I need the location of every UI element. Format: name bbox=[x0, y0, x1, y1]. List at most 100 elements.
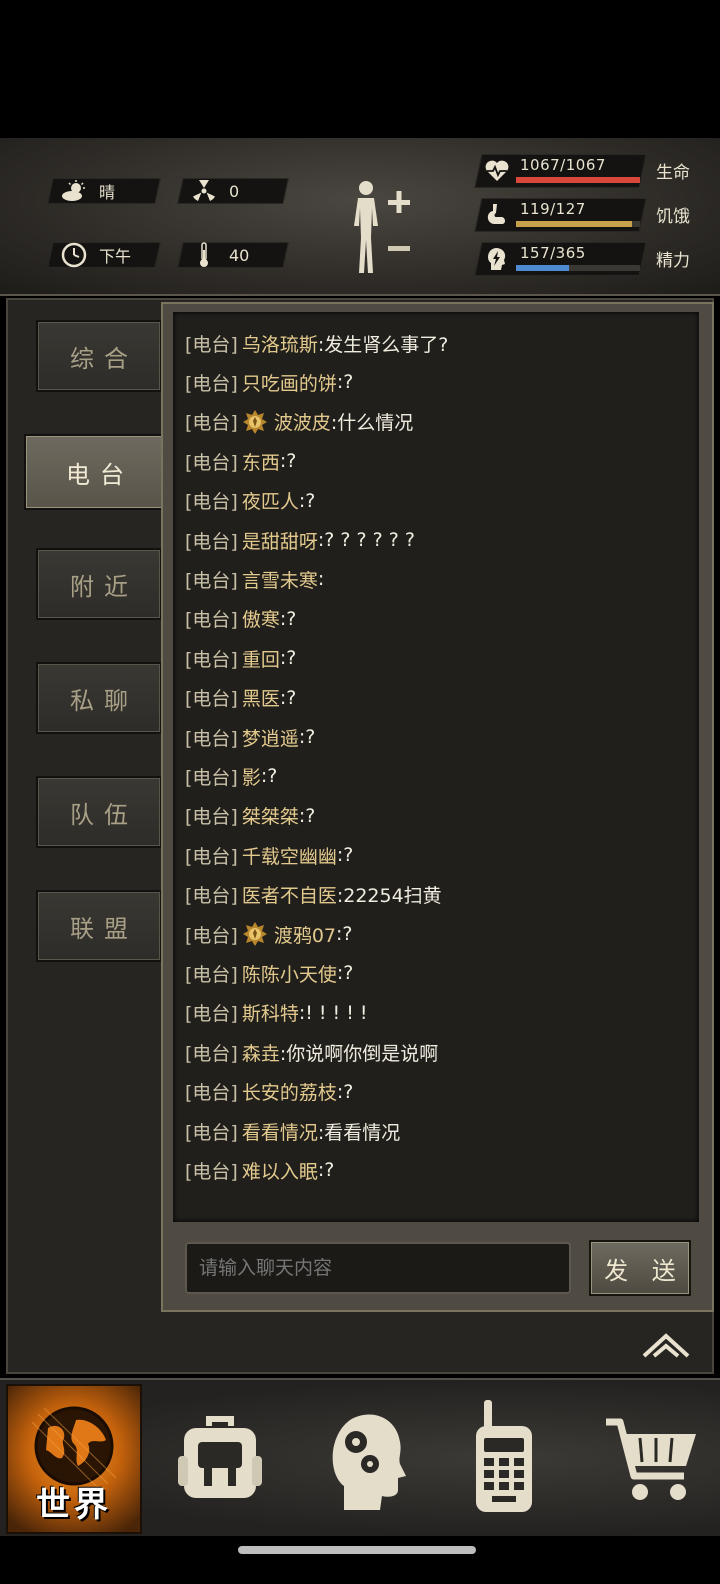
nav-radio[interactable] bbox=[456, 1384, 592, 1534]
message-text: : bbox=[317, 568, 325, 591]
time-indicator: 下午 bbox=[47, 242, 161, 268]
head-lightning-icon bbox=[484, 246, 510, 272]
weather-text: 晴 bbox=[99, 183, 116, 202]
message-text: :? bbox=[260, 765, 278, 788]
message-text: :! ! ! ! ! bbox=[298, 1001, 368, 1024]
message-text: :? bbox=[279, 607, 297, 630]
message-text: :? bbox=[298, 804, 316, 827]
temperature-value: 40 bbox=[229, 245, 250, 265]
chat-message: [电台] 医者不自医:22254扫黄 bbox=[185, 880, 442, 910]
double-chevron-up-icon bbox=[642, 1333, 690, 1358]
message-sender[interactable]: 桀桀桀 bbox=[242, 802, 299, 829]
chat-message: [电台] 影:? bbox=[185, 761, 277, 791]
chat-message: [电台] 乌洛琉斯:发生肾么事了? bbox=[185, 328, 448, 358]
message-sender[interactable]: 梦逍遥 bbox=[242, 724, 299, 751]
heart-pulse-icon bbox=[484, 158, 510, 184]
send-button[interactable]: 发 送 bbox=[589, 1240, 691, 1296]
nav-shop[interactable] bbox=[596, 1384, 720, 1534]
clock-icon bbox=[61, 242, 87, 268]
message-channel-tag: [电台] bbox=[185, 451, 238, 474]
chat-message: [电台] 重回:? bbox=[185, 643, 296, 673]
message-sender[interactable]: 千载空幽幽 bbox=[242, 842, 337, 869]
backpack-icon bbox=[178, 1416, 262, 1498]
chat-message: [电台] 黑医:? bbox=[185, 683, 296, 713]
chat-panel: [电台] 乌洛琉斯:发生肾么事了? [电台] 只吃画的饼:? [电台] 波波皮:什么情况[… bbox=[161, 302, 714, 1312]
message-channel-tag: [电台] bbox=[185, 372, 238, 395]
message-channel-tag: [电台] bbox=[185, 491, 238, 514]
chat-message: [电台] 难以入眠:? bbox=[185, 1155, 334, 1185]
energy-bar: 157/365 精力 bbox=[474, 242, 700, 276]
home-indicator[interactable] bbox=[238, 1546, 476, 1554]
message-sender[interactable]: 傲寒 bbox=[242, 605, 280, 632]
tab-team[interactable]: 队伍 bbox=[36, 776, 162, 848]
bottom-navigation: 世界 bbox=[0, 1378, 720, 1536]
chat-message: [电台] 看看情况:看看情况 bbox=[185, 1116, 400, 1146]
message-channel-tag: [电台] bbox=[185, 1042, 238, 1065]
message-text: :? bbox=[336, 923, 353, 945]
message-sender[interactable]: 渡鸦07 bbox=[274, 921, 336, 948]
chat-input[interactable] bbox=[185, 1242, 571, 1294]
tab-private[interactable]: 私聊 bbox=[36, 662, 162, 734]
message-text: :? bbox=[317, 1159, 335, 1182]
vip-badge-icon bbox=[242, 921, 268, 947]
message-text: :? bbox=[279, 450, 297, 473]
hunger-fill bbox=[516, 221, 633, 227]
message-channel-tag: [电台] bbox=[185, 1003, 238, 1026]
hunger-value: 119/127 bbox=[520, 200, 586, 218]
message-channel-tag: [电台] bbox=[185, 688, 238, 711]
shopping-cart-icon bbox=[606, 1418, 696, 1500]
message-sender[interactable]: 是甜甜呀 bbox=[242, 527, 318, 554]
chat-message: [电台] 长安的荔枝:? bbox=[185, 1077, 353, 1107]
health-label: 生命 bbox=[656, 163, 690, 183]
message-sender[interactable]: 重回 bbox=[242, 645, 280, 672]
message-sender[interactable]: 陈陈小天使 bbox=[242, 960, 337, 987]
chat-message: [电台] 夜匹人:? bbox=[185, 486, 315, 516]
nav-skills[interactable] bbox=[316, 1384, 452, 1534]
chat-message-list[interactable]: [电台] 乌洛琉斯:发生肾么事了? [电台] 只吃画的饼:? [电台] 波波皮:什么情况[… bbox=[173, 312, 699, 1222]
energy-value: 157/365 bbox=[520, 244, 586, 262]
message-sender[interactable]: 东西 bbox=[242, 448, 280, 475]
brain-gear-icon bbox=[332, 1414, 406, 1510]
time-of-day-text: 下午 bbox=[99, 247, 132, 266]
message-sender[interactable]: 波波皮 bbox=[274, 408, 331, 435]
temperature-indicator: 40 bbox=[177, 242, 289, 268]
message-text: :? bbox=[336, 371, 354, 394]
message-sender[interactable]: 看看情况 bbox=[242, 1118, 318, 1145]
message-sender[interactable]: 长安的荔枝 bbox=[242, 1078, 337, 1105]
chat-message: [电台] 言雪未寒: bbox=[185, 564, 324, 594]
nav-world[interactable]: 世界 bbox=[6, 1384, 142, 1534]
message-channel-tag: [电台] bbox=[185, 648, 238, 671]
message-sender[interactable]: 斯科特 bbox=[242, 999, 299, 1026]
message-channel-tag: [电台] bbox=[185, 885, 238, 908]
message-sender[interactable]: 夜匹人 bbox=[242, 487, 299, 514]
chat-message: [电台] 只吃画的饼:? bbox=[185, 367, 353, 397]
tab-alliance[interactable]: 联盟 bbox=[36, 890, 162, 962]
message-sender[interactable]: 森垚 bbox=[242, 1039, 280, 1066]
message-sender[interactable]: 影 bbox=[242, 763, 261, 790]
weather-indicator: 晴 bbox=[47, 178, 161, 204]
cloud-sun-icon bbox=[61, 178, 87, 204]
stomach-icon bbox=[484, 202, 510, 228]
message-channel-tag: [电台] bbox=[185, 412, 238, 435]
message-text: :? bbox=[298, 726, 316, 748]
message-sender[interactable]: 难以入眠 bbox=[242, 1157, 318, 1184]
health-value: 1067/1067 bbox=[520, 156, 606, 174]
nav-backpack[interactable] bbox=[168, 1384, 304, 1534]
message-channel-tag: [电台] bbox=[185, 766, 238, 789]
message-channel-tag: [电台] bbox=[185, 1121, 238, 1144]
chat-message: [电台] 是甜甜呀:? ? ? ? ? ? bbox=[185, 525, 415, 555]
message-sender[interactable]: 只吃画的饼 bbox=[242, 369, 337, 396]
tab-general[interactable]: 综合 bbox=[36, 320, 162, 392]
chat-message: [电台] 波波皮:什么情况 bbox=[185, 407, 413, 437]
message-channel-tag: [电台] bbox=[185, 845, 238, 868]
message-sender[interactable]: 乌洛琉斯 bbox=[242, 330, 318, 357]
tab-nearby[interactable]: 附近 bbox=[36, 548, 162, 620]
message-sender[interactable]: 医者不自医 bbox=[242, 881, 337, 908]
message-channel-tag: [电台] bbox=[185, 530, 238, 553]
body-status-button[interactable] bbox=[346, 178, 416, 278]
message-channel-tag: [电台] bbox=[185, 924, 238, 947]
collapse-button[interactable] bbox=[640, 1330, 692, 1360]
tab-radio[interactable]: 电台 bbox=[24, 434, 166, 510]
message-sender[interactable]: 黑医 bbox=[242, 684, 280, 711]
message-sender[interactable]: 言雪未寒 bbox=[242, 566, 318, 593]
